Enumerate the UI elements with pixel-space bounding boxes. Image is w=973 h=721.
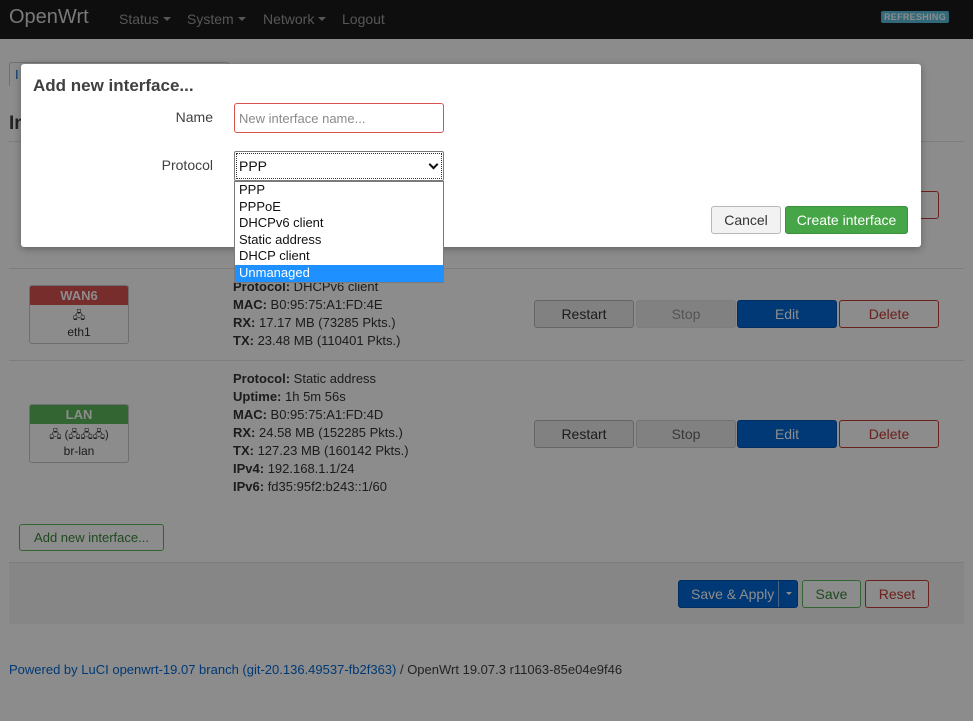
protocol-option-highlighted[interactable]: Unmanaged [235, 264, 443, 282]
name-label: Name [175, 109, 213, 125]
modal-backdrop [0, 0, 973, 39]
protocol-label: Protocol [161, 157, 213, 173]
protocol-select[interactable]: PPP [234, 151, 444, 181]
protocol-dropdown-list: PPP PPPoE DHCPv6 client Static address D… [234, 181, 444, 283]
chevron-down-icon [428, 159, 439, 170]
cancel-button[interactable]: Cancel [711, 206, 781, 234]
interface-name-input[interactable] [234, 103, 444, 133]
protocol-option[interactable]: Static address [235, 232, 443, 249]
protocol-selected-value: PPP [239, 158, 268, 174]
protocol-option[interactable]: DHCP client [235, 248, 443, 265]
protocol-option[interactable]: PPP [235, 182, 443, 199]
create-interface-button[interactable]: Create interface [785, 206, 908, 234]
add-interface-modal: Add new interface... Name Protocol PPP C… [21, 64, 921, 247]
modal-title: Add new interface... [33, 76, 194, 95]
protocol-option[interactable]: DHCPv6 client [235, 215, 443, 232]
protocol-option[interactable]: PPPoE [235, 199, 443, 216]
